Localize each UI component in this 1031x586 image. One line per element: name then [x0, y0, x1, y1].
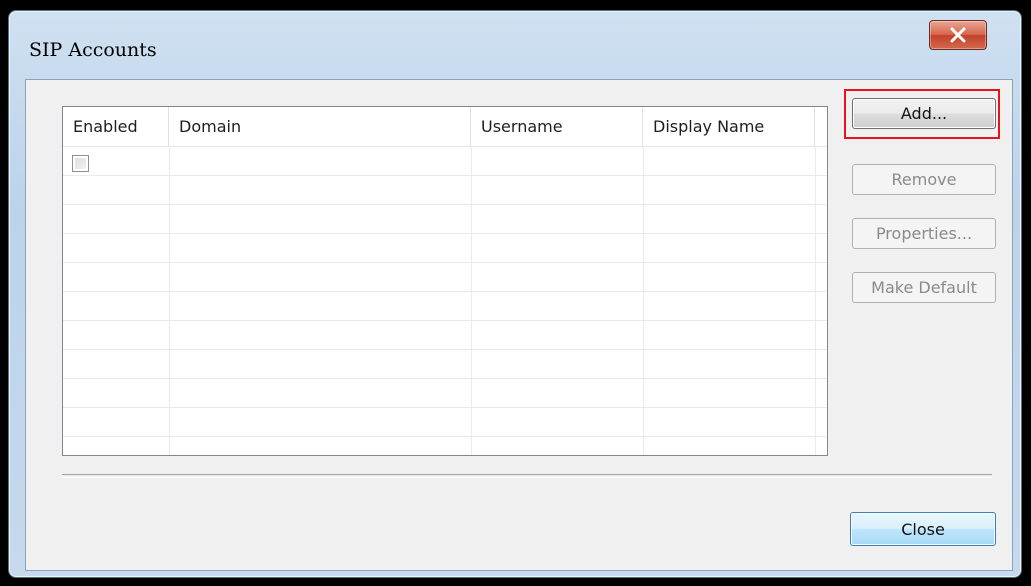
properties-button[interactable]: Properties...	[852, 218, 996, 249]
close-x-icon	[950, 27, 966, 43]
empty-row	[63, 408, 827, 437]
column-header-username[interactable]: Username	[471, 107, 643, 147]
window-close-button[interactable]	[929, 20, 987, 50]
empty-row	[63, 292, 827, 321]
dialog-client-area: Enabled Domain Username Display Name Add…	[25, 79, 1013, 571]
empty-row	[63, 205, 827, 234]
empty-row	[63, 234, 827, 263]
accounts-list[interactable]: Enabled Domain Username Display Name	[62, 106, 828, 456]
add-button[interactable]: Add...	[852, 98, 996, 129]
list-header: Enabled Domain Username Display Name	[63, 107, 827, 147]
column-header-enabled[interactable]: Enabled	[63, 107, 169, 147]
empty-row	[63, 176, 827, 205]
enabled-checkbox[interactable]	[72, 155, 89, 172]
footer-separator	[62, 474, 992, 478]
header-end-divider	[814, 107, 827, 147]
dialog-title: SIP Accounts	[29, 39, 157, 61]
close-button[interactable]: Close	[850, 512, 996, 546]
table-row[interactable]	[63, 147, 827, 176]
column-header-display-name[interactable]: Display Name	[643, 107, 815, 147]
empty-row	[63, 321, 827, 350]
sip-accounts-dialog: SIP Accounts Enabled Domain Username Dis…	[8, 10, 1022, 578]
empty-row	[63, 263, 827, 292]
make-default-button[interactable]: Make Default	[852, 272, 996, 303]
empty-row	[63, 350, 827, 379]
empty-row	[63, 379, 827, 408]
column-header-domain[interactable]: Domain	[169, 107, 471, 147]
remove-button[interactable]: Remove	[852, 164, 996, 195]
